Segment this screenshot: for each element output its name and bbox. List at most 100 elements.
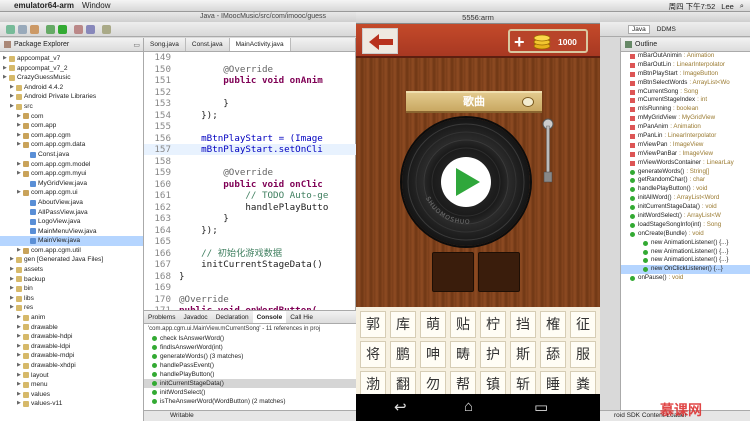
outline-item[interactable]: mPanAnim: Animation [621,123,750,132]
word-button[interactable]: 鹏 [390,341,416,368]
word-button[interactable]: 贴 [450,311,476,338]
tree-item[interactable]: ▶ CrazyGuessMusic [0,73,143,83]
outline-item[interactable]: mPanLin: LinearInterpolator [621,132,750,141]
save-icon[interactable] [18,25,27,34]
word-button[interactable]: 榷 [540,311,566,338]
outline-item[interactable]: mViewWordsContainer: LinearLay [621,159,750,168]
android-sdk-icon[interactable] [74,25,83,34]
tree-item[interactable]: ▶ layout [0,371,143,381]
outline-item[interactable]: mCurrentStageIndex: int [621,96,750,105]
outline-title[interactable]: Outline [635,41,657,48]
outline-item[interactable]: mViewPan: ImageView [621,141,750,150]
search-tool-icon[interactable] [102,25,111,34]
tree-item[interactable]: ▶ drawable [0,323,143,333]
word-button[interactable]: 征 [570,311,596,338]
tree-item[interactable]: ▶ com.app [0,121,143,131]
word-button[interactable]: 斯 [510,341,536,368]
outline-item[interactable]: onCreate(Bundle): void [621,230,750,239]
tree-item[interactable]: ▶ anim [0,313,143,323]
outline-item[interactable]: mBarOutLin: LinearInterpolator [621,61,750,70]
outline-item[interactable]: mCurrentSong: Song [621,88,750,97]
play-button[interactable] [441,157,491,207]
word-button[interactable]: 睡 [540,371,566,394]
outline-item[interactable]: mIsRunning: boolean [621,105,750,114]
avd-icon[interactable] [86,25,95,34]
tree-item[interactable]: ▶ drawable-mdpi [0,351,143,361]
reference-item[interactable]: handlePassEvent() [144,361,356,370]
tree-item[interactable]: AllPassView.java [0,208,143,218]
outline-item[interactable]: generateWords(): String[] [621,168,750,177]
add-coins-icon[interactable]: + [514,31,525,53]
nav-home-icon[interactable]: ⌂ [464,398,473,415]
reference-item[interactable]: check IsAnswerWord() [144,334,356,343]
new-icon[interactable] [6,25,15,34]
tree-item[interactable]: ▶ com.app.cgm.myui [0,169,143,179]
outline-item[interactable]: handlePlayButton(): void [621,185,750,194]
answer-slot-1[interactable] [432,252,474,292]
outline-item[interactable]: mBarOutAnimin: Animation [621,52,750,61]
outline-item[interactable]: new OnClickListener() {...} [621,265,750,275]
word-button[interactable]: 呻 [420,341,446,368]
tree-item[interactable]: ▶ com [0,112,143,122]
tree-item[interactable]: Const.java [0,150,143,160]
run-icon[interactable] [58,25,67,34]
editor-tab[interactable]: Const.java [186,38,230,51]
user-name[interactable]: Lee [721,2,734,11]
word-button[interactable]: 萌 [420,311,446,338]
outline-item[interactable]: mViewPanBar: ImageView [621,150,750,159]
tree-item[interactable]: ▶ com.app.cgm.ui [0,188,143,198]
outline-item[interactable]: loadStageSongInfo(int): Song [621,221,750,230]
search-icon[interactable]: ⌕ [740,1,744,11]
outline-item[interactable]: mBtnSelectWords: ArrayList<Wo [621,79,750,88]
outline-item[interactable]: getRandomChar(): char [621,176,750,185]
reference-item[interactable]: initWordSelect() [144,388,356,397]
word-button[interactable]: 翻 [390,371,416,394]
bottom-tab[interactable]: Javadoc [179,311,211,323]
word-button[interactable]: 将 [360,341,386,368]
tree-item[interactable]: ▶ res [0,303,143,313]
tree-item[interactable]: ▶ com.app.cgm.data [0,140,143,150]
reference-item[interactable]: initCurrentStageData() [144,379,356,388]
word-button[interactable]: 库 [390,311,416,338]
tree-item[interactable]: AboutView.java [0,198,143,208]
word-button[interactable]: 郭 [360,311,386,338]
outline-item[interactable]: new AnimationListener() {...} [621,256,750,265]
outline-item[interactable]: onPause(): void [621,274,750,283]
outline-item[interactable]: initCurrentStageData(): void [621,203,750,212]
word-button[interactable]: 护 [480,341,506,368]
minimize-icon[interactable]: ▭ [133,41,140,49]
tree-item[interactable]: MainView.java [0,236,143,246]
tree-item[interactable]: LogoView.java [0,217,143,227]
tree-item[interactable]: ▶ assets [0,265,143,275]
answer-slot-2[interactable] [478,252,520,292]
tree-item[interactable]: ▶ menu [0,380,143,390]
print-icon[interactable] [30,25,39,34]
tree-item[interactable]: ▶ gen [Generated Java Files] [0,255,143,265]
tree-item[interactable]: ▶ libs [0,294,143,304]
tree-item[interactable]: ▶ values [0,390,143,400]
back-button[interactable] [362,28,398,54]
tree-item[interactable]: MainMenuView.java [0,227,143,237]
word-button[interactable]: 挡 [510,311,536,338]
window-menu[interactable]: Window [82,1,110,10]
word-button[interactable]: 帮 [450,371,476,394]
word-button[interactable]: 舔 [540,341,566,368]
tree-item[interactable]: ▶ com.app.cgm.util [0,246,143,256]
bottom-tab[interactable]: Declaration [212,311,253,323]
coin-counter[interactable]: + 1000 [508,29,588,53]
outline-item[interactable]: mBtnPlayStart: ImageButton [621,70,750,79]
tree-item[interactable]: ▶ Android 4.4.2 [0,83,143,93]
editor-tab[interactable]: Song.java [144,38,186,51]
app-menu[interactable]: emulator64-arm [14,1,74,10]
package-explorer-title[interactable]: Package Explorer [14,41,69,48]
reference-item[interactable]: generateWords() (3 matches) [144,352,356,361]
bottom-tab[interactable]: Problems [144,311,179,323]
tree-item[interactable]: ▶ backup [0,275,143,285]
outline-item[interactable]: initAllWord(): ArrayList<Word [621,194,750,203]
word-button[interactable]: 柠 [480,311,506,338]
ddms-perspective[interactable]: DDMS [654,26,679,33]
reference-item[interactable]: isTheAnswerWord(WordButton) (2 matches) [144,397,356,406]
word-button[interactable]: 勿 [420,371,446,394]
word-button[interactable]: 畴 [450,341,476,368]
tree-item[interactable]: ▶ appcompat_v7_2 [0,64,143,74]
